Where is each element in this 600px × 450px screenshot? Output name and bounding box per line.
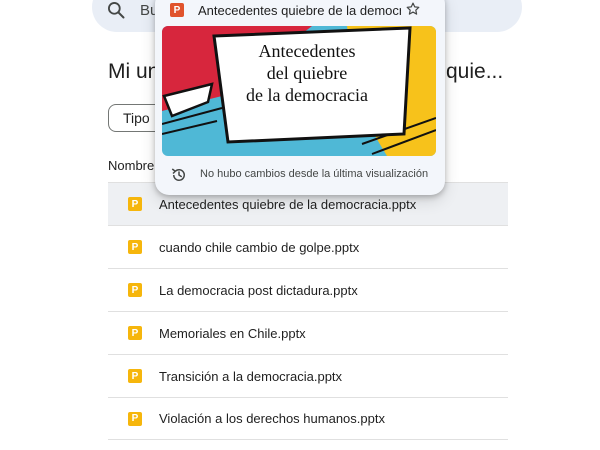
slide-title-line: del quiebre — [266, 63, 348, 83]
slides-file-icon: P — [128, 411, 142, 426]
powerpoint-file-icon: P — [170, 3, 184, 17]
slides-file-icon: P — [128, 326, 142, 340]
search-icon[interactable] — [106, 0, 126, 20]
slides-file-icon: P — [128, 369, 142, 383]
file-row[interactable]: P cuando chile cambio de golpe.pptx — [108, 225, 508, 268]
slides-file-icon: P — [128, 240, 142, 254]
preview-file-title: Antecedentes quiebre de la democracia.pp… — [198, 3, 401, 18]
file-name[interactable]: Antecedentes quiebre de la democracia.pp… — [159, 197, 416, 212]
slides-file-icon: P — [128, 283, 142, 297]
file-name[interactable]: La democracia post dictadura.pptx — [159, 283, 358, 298]
slide-title-line: Antecedentes — [258, 41, 356, 61]
file-name[interactable]: Memoriales en Chile.pptx — [159, 326, 306, 341]
file-list: P Antecedentes quiebre de la democracia.… — [108, 182, 508, 440]
file-name[interactable]: Transición a la democracia.pptx — [159, 369, 342, 384]
slide-title: Antecedentes del quiebre de la democraci… — [162, 40, 436, 106]
file-name[interactable]: cuando chile cambio de golpe.pptx — [159, 240, 359, 255]
name-column-header[interactable]: Nombre — [108, 158, 158, 173]
preview-footer: No hubo cambios desde la última visualiz… — [155, 164, 445, 186]
star-icon[interactable] — [405, 1, 421, 17]
last-viewed-status: No hubo cambios desde la última visualiz… — [200, 168, 429, 180]
slide-title-line: de la democracia — [246, 85, 368, 105]
slide-thumbnail[interactable]: Antecedentes del quiebre de la democraci… — [162, 26, 436, 156]
file-row[interactable]: P Transición a la democracia.pptx — [108, 354, 508, 397]
file-row[interactable]: P Violación a los derechos humanos.pptx — [108, 397, 508, 440]
history-icon — [171, 168, 185, 181]
file-row[interactable]: P La democracia post dictadura.pptx — [108, 268, 508, 311]
file-row[interactable]: P Memoriales en Chile.pptx — [108, 311, 508, 354]
page-title-tail: quie... — [446, 60, 504, 83]
slides-file-icon: P — [128, 197, 142, 211]
file-name[interactable]: Violación a los derechos humanos.pptx — [159, 411, 385, 426]
preview-header: P Antecedentes quiebre de la democracia.… — [155, 0, 445, 22]
file-preview-card[interactable]: P Antecedentes quiebre de la democracia.… — [155, 0, 445, 195]
